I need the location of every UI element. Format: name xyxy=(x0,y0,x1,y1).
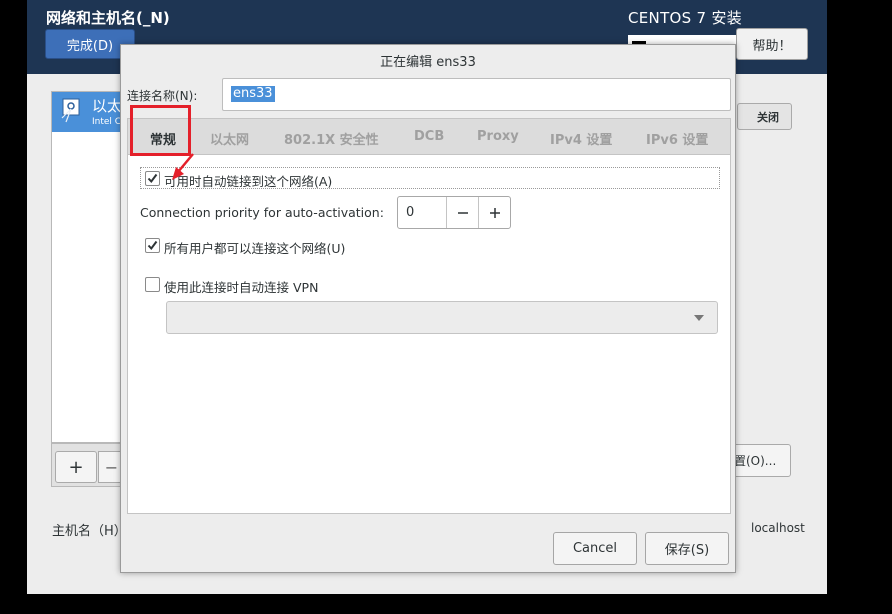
general-settings-panel: 可用时自动链接到这个网络(A) Connection priority for … xyxy=(127,154,731,514)
dropdown-arrow-icon xyxy=(694,315,704,321)
settings-tabs: 常规 以太网 802.1X 安全性 DCB Proxy IPv4 设置 IPv6… xyxy=(127,118,731,155)
auto-connect-checkbox[interactable] xyxy=(145,171,160,186)
device-power-switch[interactable]: 关闭 xyxy=(737,103,792,130)
device-description: Intel C xyxy=(92,117,122,127)
annotation-arrow-icon xyxy=(172,153,194,180)
product-title: CENTOS 7 安装 xyxy=(628,9,743,27)
priority-label: Connection priority for auto-activation: xyxy=(140,205,384,220)
tab-ipv6-settings[interactable]: IPv6 设置 xyxy=(646,129,708,148)
auto-vpn-label: 使用此连接时自动连接 VPN xyxy=(164,280,319,295)
device-list-item[interactable]: 以太 Intel C xyxy=(52,92,124,132)
current-hostname: localhost xyxy=(751,521,805,535)
help-button[interactable]: 帮助！ xyxy=(736,28,808,60)
priority-spinbutton[interactable]: 0 xyxy=(397,196,511,229)
hostname-label: 主机名（H） xyxy=(52,524,127,539)
tab-ethernet[interactable]: 以太网 xyxy=(210,129,249,148)
auto-vpn-checkbox[interactable] xyxy=(145,277,160,292)
dialog-title: 正在编辑 ens33 xyxy=(380,55,476,70)
configure-button[interactable]: 置(O)... xyxy=(733,444,791,477)
edit-connection-dialog: 正在编辑 ens33 连接名称(N): ens33 常规 以太网 802.1X … xyxy=(120,44,736,573)
tab-dcb[interactable]: DCB xyxy=(414,129,444,144)
decrement-button[interactable] xyxy=(446,197,478,228)
plus-icon xyxy=(489,207,500,218)
checkmark-icon xyxy=(147,173,158,184)
cancel-button[interactable]: Cancel xyxy=(553,532,637,565)
page-title: 网络和主机名(_N) xyxy=(46,9,170,27)
checkmark-icon xyxy=(147,240,158,251)
ethernet-icon xyxy=(61,98,80,123)
all-users-checkbox[interactable] xyxy=(145,238,160,253)
minus-icon xyxy=(457,211,468,214)
vpn-dropdown[interactable] xyxy=(166,301,718,334)
device-list[interactable] xyxy=(51,91,125,443)
priority-value: 0 xyxy=(406,205,415,220)
tab-proxy[interactable]: Proxy xyxy=(477,129,519,144)
tab-8021x-security[interactable]: 802.1X 安全性 xyxy=(284,129,379,148)
device-name: 以太 xyxy=(92,97,123,115)
connection-name-input[interactable]: ens33 xyxy=(222,78,731,111)
save-button[interactable]: 保存(S) xyxy=(645,532,729,565)
add-device-button[interactable]: + xyxy=(55,451,97,483)
connection-name-value: ens33 xyxy=(231,86,275,102)
tab-ipv4-settings[interactable]: IPv4 设置 xyxy=(550,129,612,148)
increment-button[interactable] xyxy=(478,197,510,228)
connection-name-label: 连接名称(N): xyxy=(127,89,198,103)
all-users-label: 所有用户都可以连接这个网络(U) xyxy=(164,241,346,256)
